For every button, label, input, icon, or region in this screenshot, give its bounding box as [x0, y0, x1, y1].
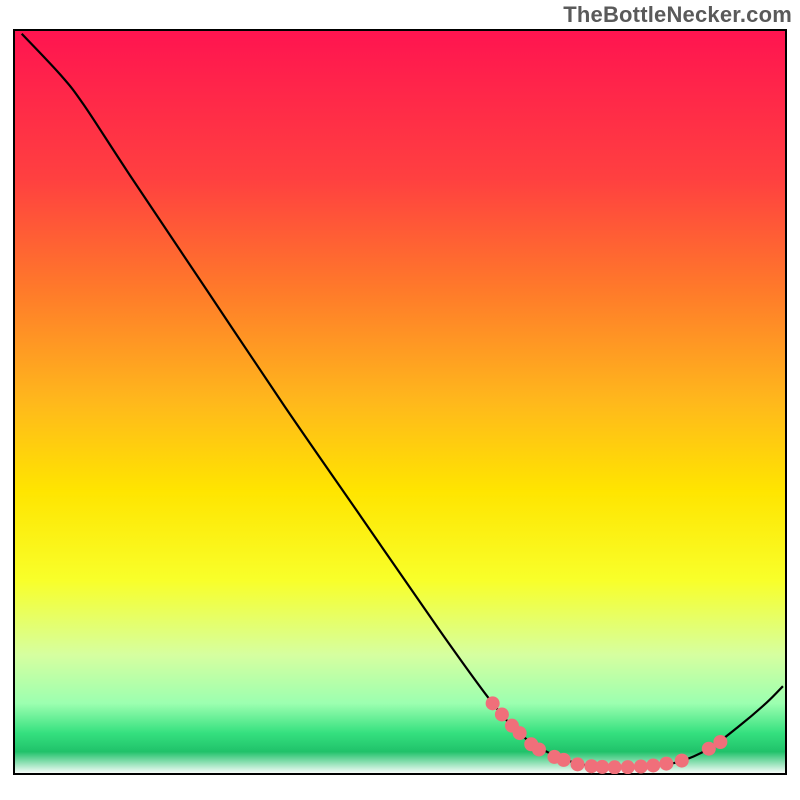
chart-stage: TheBottleNecker.com [0, 0, 800, 800]
marker-dot [675, 754, 689, 768]
marker-dot [486, 696, 500, 710]
marker-dot [495, 707, 509, 721]
marker-dot [621, 760, 635, 774]
marker-dot [557, 753, 571, 767]
marker-dot [659, 757, 673, 771]
marker-dot [646, 758, 660, 772]
marker-dot [595, 760, 609, 774]
marker-dot [608, 760, 622, 774]
gradient-background [14, 30, 786, 774]
chart-svg [0, 0, 800, 800]
marker-dot [713, 735, 727, 749]
marker-dot [513, 726, 527, 740]
marker-dot [532, 742, 546, 756]
marker-dot [634, 760, 648, 774]
marker-dot [571, 757, 585, 771]
